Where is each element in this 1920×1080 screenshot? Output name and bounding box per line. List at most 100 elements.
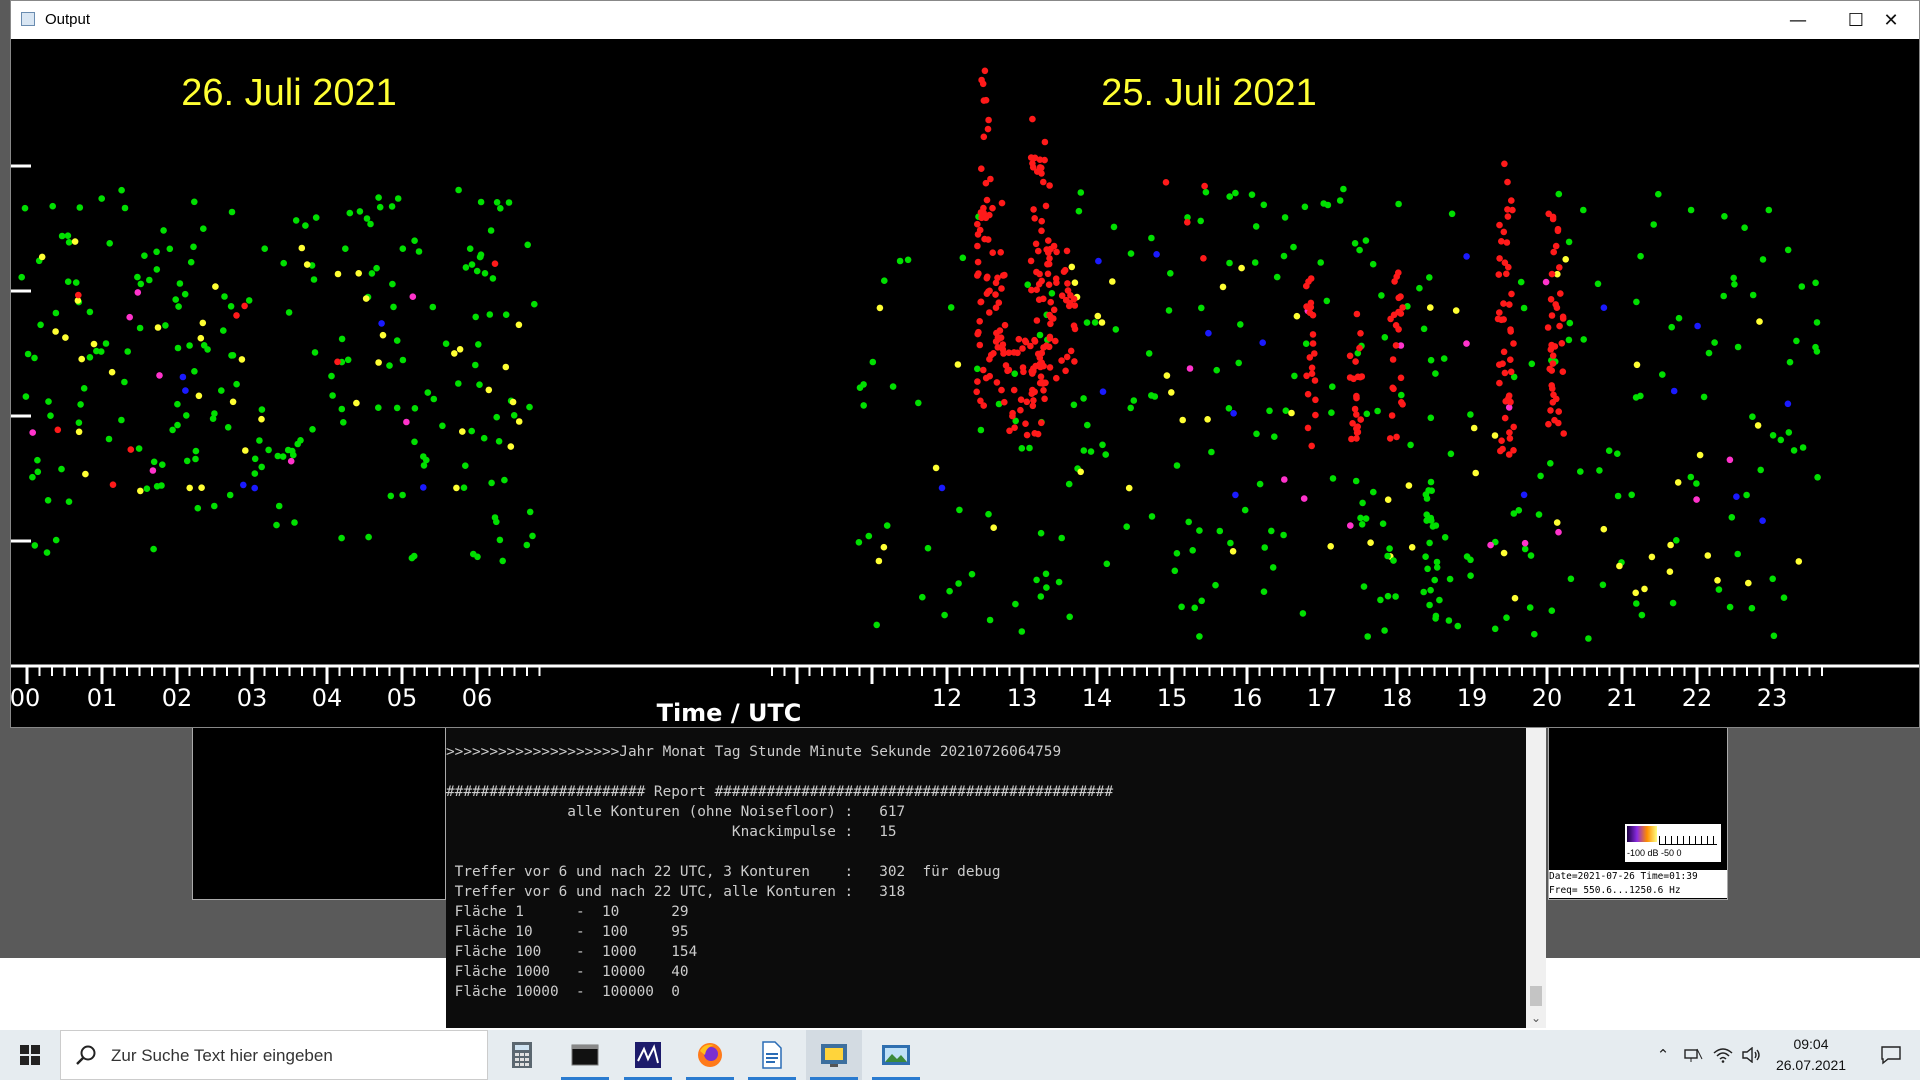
taskbar-clock[interactable]: 09:04 26.07.2021 <box>1768 1034 1854 1076</box>
yellow-point <box>1714 577 1721 584</box>
red-point <box>1006 427 1013 435</box>
taskbar-app-python[interactable] <box>806 1030 862 1080</box>
red-point <box>985 116 992 124</box>
scroll-down-icon[interactable]: ⌄ <box>1526 1008 1546 1028</box>
title-bar[interactable]: Output — ☐ ✕ <box>11 1 1919 39</box>
red-point <box>986 309 993 316</box>
taskbar-app-writer[interactable] <box>744 1030 800 1080</box>
green-point <box>1253 430 1260 438</box>
taskbar-app-calculator[interactable] <box>494 1030 550 1080</box>
tray-overflow-chevron-icon[interactable]: ⌃ <box>1650 1030 1676 1080</box>
red-point <box>1377 596 1384 604</box>
hour-label: 12 <box>932 684 963 712</box>
scrollbar-thumb[interactable] <box>1530 986 1542 1006</box>
green-point <box>394 195 402 202</box>
red-point <box>1496 309 1503 316</box>
yellow-point <box>1163 372 1171 379</box>
green-point <box>329 392 336 399</box>
red-point <box>1067 292 1074 299</box>
green-point <box>1743 491 1750 499</box>
red-point <box>1545 420 1552 428</box>
green-point <box>1424 565 1431 573</box>
green-point <box>1151 393 1159 400</box>
red-point <box>1422 553 1429 560</box>
red-point <box>1021 337 1029 345</box>
green-point <box>302 222 309 229</box>
console-line: Fläche 1 - 10 29 <box>446 904 689 920</box>
green-point <box>399 491 406 499</box>
volume-icon[interactable] <box>1738 1030 1764 1080</box>
green-point <box>338 534 345 542</box>
red-point <box>1038 419 1045 427</box>
notifications-button[interactable] <box>1866 1030 1916 1080</box>
yellow-point <box>1666 568 1674 575</box>
minimize-button[interactable]: — <box>1769 1 1827 39</box>
yellow-point <box>1179 416 1186 424</box>
wifi-icon[interactable] <box>1710 1030 1736 1080</box>
green-point <box>1197 217 1204 225</box>
green-point <box>1510 510 1518 517</box>
green-point <box>80 385 88 392</box>
red-point <box>1547 296 1555 303</box>
green-point <box>143 485 151 493</box>
hour-label: 15 <box>1157 684 1188 712</box>
green-point <box>338 405 346 413</box>
red-point <box>1063 247 1071 255</box>
taskbar-app-photos[interactable] <box>868 1030 924 1080</box>
red-point <box>1309 331 1317 338</box>
yellow-point <box>1288 409 1295 417</box>
green-point <box>1749 291 1757 299</box>
console-line: Knackimpulse : 15 <box>446 824 897 840</box>
taskbar-app-firefox[interactable] <box>682 1030 738 1080</box>
green-point <box>1734 550 1741 558</box>
yellow-point <box>1472 469 1479 477</box>
console-scrollbar[interactable]: ⌄ <box>1526 728 1546 1028</box>
red-point <box>980 97 988 104</box>
magenta-point <box>1555 528 1562 536</box>
red-point <box>1507 328 1514 335</box>
green-point <box>86 354 94 361</box>
green-point <box>44 497 52 504</box>
close-button[interactable]: ✕ <box>1863 1 1919 39</box>
green-point <box>1594 280 1602 288</box>
yellow-point <box>509 398 517 406</box>
green-point <box>919 593 926 601</box>
red-point <box>1498 238 1505 245</box>
green-point <box>1726 603 1734 611</box>
green-point <box>466 245 474 252</box>
green-point <box>387 492 395 500</box>
red-point <box>1504 178 1511 186</box>
magenta-point <box>1347 522 1354 529</box>
red-point <box>1496 221 1503 229</box>
yellow-point <box>515 321 523 329</box>
yellow-point <box>355 270 363 277</box>
start-button[interactable] <box>0 1030 60 1080</box>
green-point <box>1567 575 1575 583</box>
console-output[interactable]: >>>>>>>>>>>>>>>>>>>>Jahr Monat Tag Stund… <box>446 728 1526 1028</box>
green-point <box>889 383 897 390</box>
green-point <box>1033 576 1040 584</box>
terminal-icon <box>571 1044 599 1066</box>
green-point <box>1291 372 1298 380</box>
green-point <box>291 519 298 526</box>
green-point <box>192 447 200 455</box>
network-adapter-icon[interactable] <box>1680 1030 1706 1080</box>
yellow-point <box>456 346 464 353</box>
green-point <box>137 280 145 288</box>
red-point <box>1553 304 1561 312</box>
taskbar-app-console[interactable] <box>557 1030 613 1080</box>
yellow-point <box>1077 468 1084 476</box>
green-point <box>1148 513 1156 520</box>
green-point <box>1018 628 1026 635</box>
taskbar-app-spectrum[interactable] <box>620 1030 676 1080</box>
green-point <box>1282 407 1290 415</box>
magenta-point <box>1281 476 1288 483</box>
taskbar-search-box[interactable]: Zur Suche Text hier eingeben <box>60 1030 488 1080</box>
yellow-point <box>154 324 162 331</box>
green-point <box>134 273 141 281</box>
yellow-point <box>451 350 458 357</box>
green-point <box>274 452 282 460</box>
red-point <box>1397 374 1405 382</box>
taskbar: Zur Suche Text hier eingeben ⌃ 09:04 26.… <box>0 1030 1920 1080</box>
green-point <box>162 322 169 329</box>
